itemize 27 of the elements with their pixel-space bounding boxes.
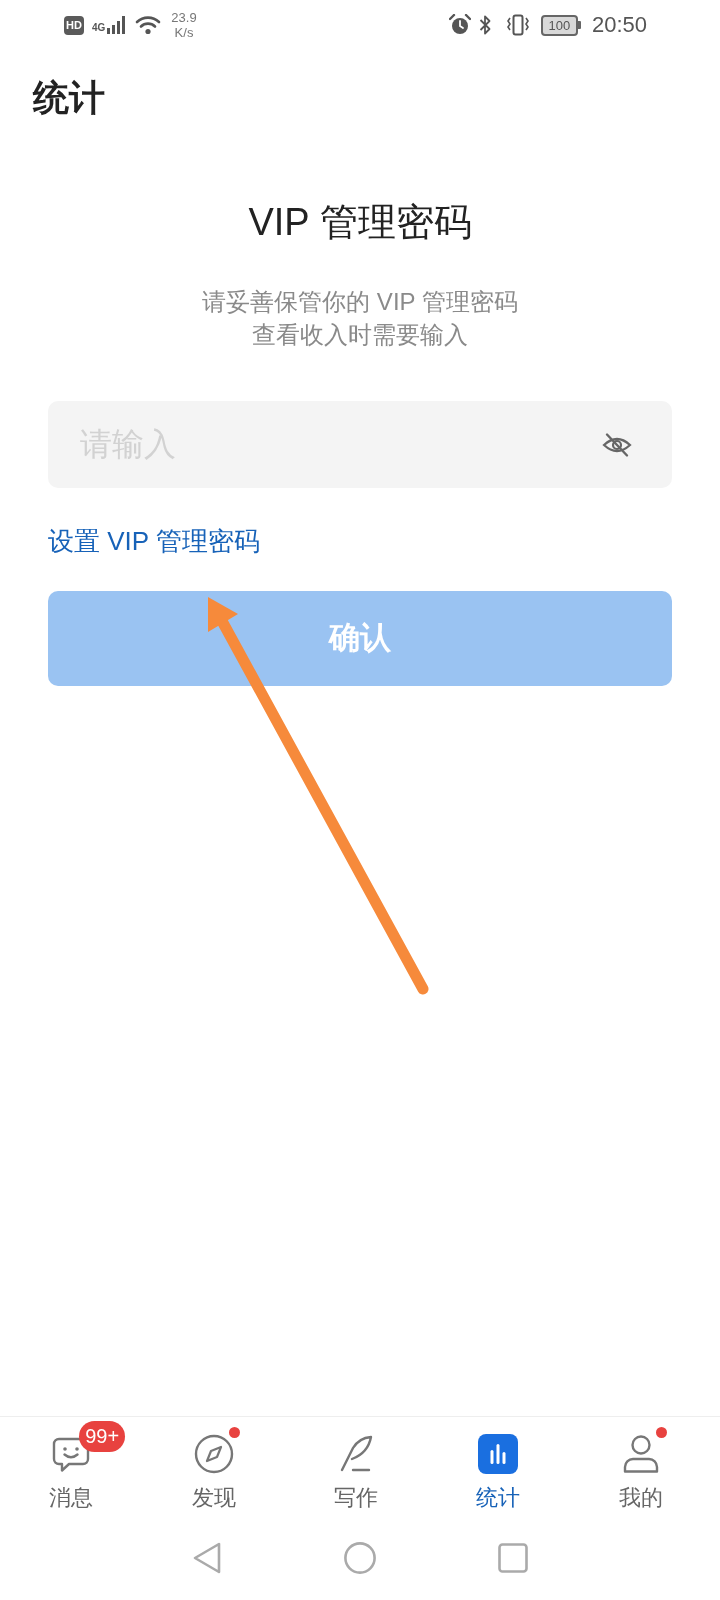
nav-tab[interactable]: 我的 [569, 1417, 712, 1520]
network-speed: 23.9 [171, 10, 197, 25]
battery-indicator: 100 [540, 14, 581, 36]
bar-chart-icon[interactable] [478, 1434, 519, 1474]
unread-badge: 99+ [79, 1421, 126, 1452]
bluetooth-icon [478, 14, 491, 36]
network-type: 4G [92, 23, 106, 33]
description-line: 请妥善保管你的 VIP 管理密码 [202, 287, 518, 317]
description-line: 查看收入时需要输入 [252, 320, 468, 350]
nav-tab[interactable]: 99+ 消息 [0, 1417, 143, 1520]
wifi-icon [135, 15, 162, 35]
vibrate-icon [505, 14, 530, 36]
back-icon[interactable] [192, 1541, 222, 1574]
home-icon[interactable] [344, 1541, 376, 1574]
hd-indicator: HD [64, 15, 84, 35]
set-password-link[interactable]: 设置 VIP 管理密码 [48, 523, 260, 559]
section-title: VIP 管理密码 [248, 200, 472, 245]
compass-icon[interactable] [193, 1434, 234, 1474]
nav-tab[interactable]: 统计 [427, 1417, 570, 1520]
speed-unit: K/s [174, 25, 194, 40]
nav-tab[interactable]: 发现 [142, 1417, 285, 1520]
nav-tab[interactable]: 写作 [284, 1417, 428, 1520]
page-title: 统计 [33, 75, 105, 120]
clock-time: 20:50 [591, 14, 647, 36]
alarm-icon [448, 14, 471, 36]
eye-slash-icon[interactable] [602, 432, 632, 458]
recents-icon[interactable] [498, 1542, 528, 1573]
